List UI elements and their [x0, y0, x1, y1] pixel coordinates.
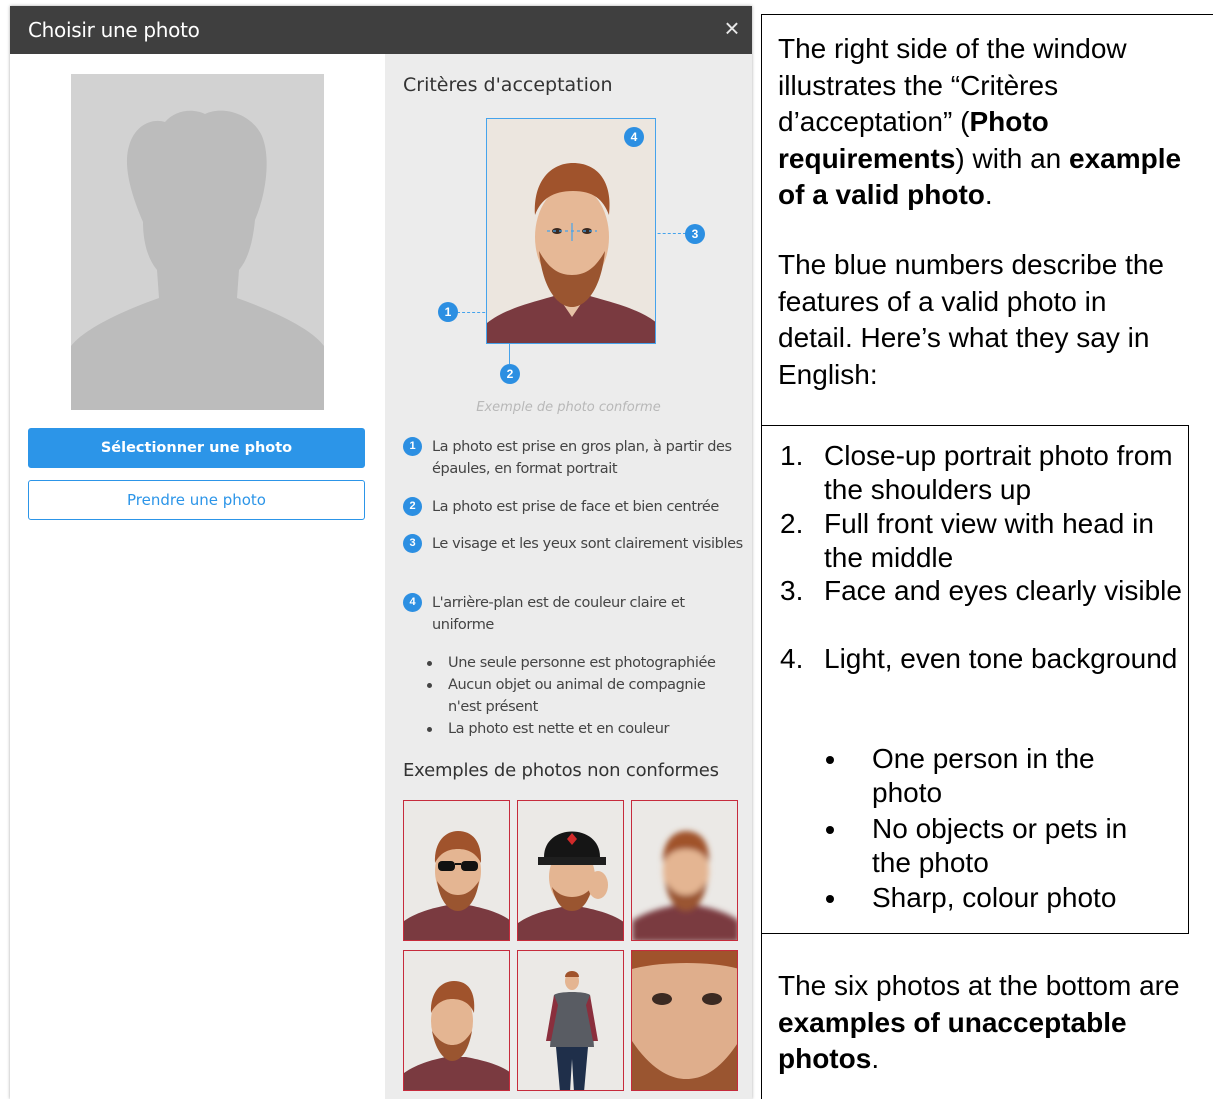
annotation-panel: The right side of the window illustrates… — [761, 14, 1213, 1099]
bullet-dot — [826, 826, 834, 834]
list-number: 3. — [780, 575, 804, 606]
bullet-dot — [826, 895, 834, 903]
valid-photo-image — [487, 119, 655, 343]
valid-photo-example — [486, 118, 656, 344]
criterion-text: La photo est prise en gros plan, à parti… — [432, 439, 732, 477]
marker-1: 1 — [438, 302, 458, 322]
list-text: Full front view with head in the middle — [824, 508, 1154, 573]
close-icon[interactable]: × — [718, 14, 746, 42]
translation-box: 1. Close-up portrait photo from the shou… — [762, 425, 1189, 934]
bad-photo-full-body — [517, 950, 624, 1091]
marker-4: 4 — [624, 127, 644, 147]
criteria-heading: Critères d'acceptation — [403, 74, 613, 96]
bullet-dot — [826, 756, 834, 764]
intro-text: . — [984, 179, 993, 210]
example-caption: Exemple de photo conforme — [476, 400, 661, 415]
criterion-text: La photo est prise de face et bien centr… — [432, 499, 719, 515]
center-line-guide — [509, 344, 510, 364]
select-photo-button[interactable]: Sélectionner une photo — [28, 428, 365, 468]
list-item: Aucun objet ou animal de compagnie n'est… — [421, 674, 741, 718]
bad-photo-sunglasses — [403, 800, 510, 941]
extra-criteria-list: Une seule personne est photographiée Auc… — [421, 652, 741, 740]
criterion-text: L'arrière-plan est de couleur claire et … — [432, 595, 685, 633]
marker-2: 2 — [500, 364, 520, 384]
outro-text: The six photos at the bottom are — [778, 970, 1180, 1001]
list-text: Sharp, colour photo — [872, 882, 1117, 913]
choose-photo-dialog: Choisir une photo × Sélectionner une pho… — [10, 6, 752, 1099]
criterion-number: 1 — [403, 437, 422, 456]
criterion-number: 3 — [403, 534, 422, 553]
list-text: Light, even tone background — [824, 643, 1178, 674]
bad-photo-too-close — [631, 950, 738, 1091]
outro-text: . — [871, 1043, 880, 1074]
criterion-text: Le visage et les yeux sont clairement vi… — [432, 536, 743, 552]
intro-paragraph: The right side of the window illustrates… — [778, 31, 1198, 214]
criterion-number: 4 — [403, 593, 422, 612]
photo-placeholder — [71, 74, 324, 410]
list-text: Close-up portrait photo from the shoulde… — [824, 440, 1173, 505]
marker-3: 3 — [685, 224, 705, 244]
criteria-pane: Critères d'acceptation 4 3 1 2 Exemple d… — [385, 54, 752, 1099]
bad-photo-cap — [517, 800, 624, 941]
list-text: Face and eyes clearly visible — [824, 575, 1182, 606]
bad-examples-heading: Exemples de photos non conformes — [403, 760, 719, 781]
list-text: No objects or pets in the photo — [872, 813, 1128, 878]
list-item: La photo est nette et en couleur — [421, 718, 741, 740]
photo-preview-pane: Sélectionner une photo Prendre une photo — [10, 54, 385, 1099]
list-number: 4. — [780, 643, 804, 674]
take-photo-button[interactable]: Prendre une photo — [28, 480, 365, 520]
intro-text: ) with an — [955, 142, 1070, 174]
bad-photo-side-view — [403, 950, 510, 1091]
bad-examples-paragraph: The six photos at the bottom are example… — [778, 968, 1198, 1078]
list-number: 1. — [780, 440, 804, 471]
intro-text: The right side of the window illustrates… — [778, 33, 1127, 137]
numbers-paragraph: The blue numbers describe the features o… — [778, 249, 1164, 390]
silhouette-icon — [71, 110, 324, 410]
list-item: Une seule personne est photographiée — [421, 652, 741, 674]
outro-bold-text: examples of unacceptable photos — [778, 1006, 1127, 1075]
criterion-number: 2 — [403, 497, 422, 516]
dialog-titlebar: Choisir une photo × — [10, 6, 752, 54]
bad-photo-blurry — [631, 800, 738, 941]
list-number: 2. — [780, 508, 804, 539]
list-text: One person in the photo — [872, 743, 1095, 808]
dialog-title: Choisir une photo — [28, 18, 200, 42]
